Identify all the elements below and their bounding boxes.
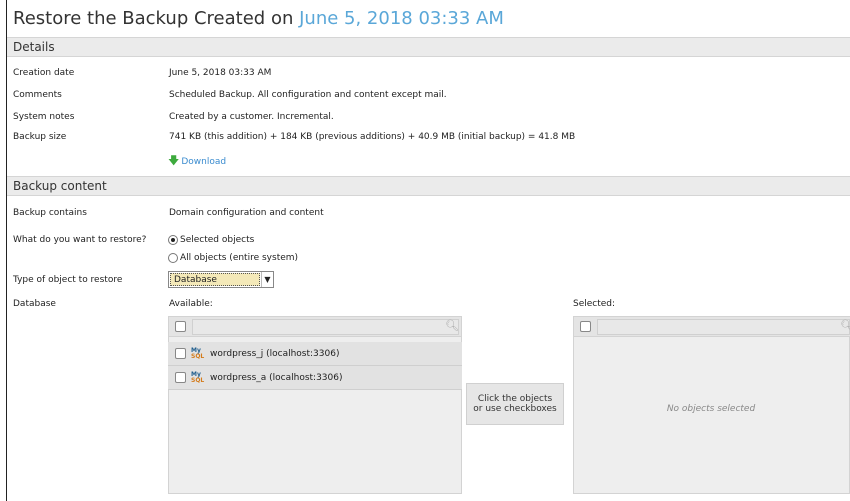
- system-notes-label: System notes: [13, 112, 75, 122]
- item-label: wordpress_j (localhost:3306): [210, 348, 340, 359]
- restore-scope-label: What do you want to restore?: [13, 235, 147, 245]
- chevron-down-icon[interactable]: ▼: [261, 272, 273, 287]
- download-arrow-icon: 🡇: [168, 154, 180, 167]
- selected-heading: Selected:: [573, 299, 616, 309]
- search-icon[interactable]: 🔍︎: [445, 319, 459, 332]
- object-type-selected-value: Database: [170, 273, 260, 286]
- empty-selection-message: No objects selected: [666, 404, 756, 414]
- download-link[interactable]: 🡇 Download: [168, 152, 226, 171]
- selected-select-all-checkbox[interactable]: [580, 321, 591, 332]
- details-section-header: Details: [7, 37, 850, 57]
- available-search-input[interactable]: [192, 319, 459, 335]
- comments-value: Scheduled Backup. All configuration and …: [169, 90, 447, 100]
- title-date: June 5, 2018 03:33 AM: [299, 8, 504, 29]
- backup-size-label: Backup size: [13, 132, 67, 142]
- item-checkbox[interactable]: [175, 372, 186, 383]
- page-title: Restore the Backup Created on June 5, 20…: [13, 8, 504, 29]
- transfer-hint-line2: or use checkboxes: [473, 404, 557, 414]
- backup-contains-label: Backup contains: [13, 208, 87, 218]
- backup-contains-value: Domain configuration and content: [169, 208, 324, 218]
- creation-date-value: June 5, 2018 03:33 AM: [169, 68, 272, 78]
- system-notes-value: Created by a customer. Incremental.: [169, 112, 334, 122]
- radio-all-objects[interactable]: All objects (entire system): [168, 253, 298, 263]
- backup-content-section-header: Backup content: [7, 176, 850, 196]
- creation-date-label: Creation date: [13, 68, 75, 78]
- transfer-hint-button[interactable]: Click the objects or use checkboxes: [466, 383, 564, 425]
- radio-selected-objects[interactable]: Selected objects: [168, 235, 254, 245]
- mysql-icon: My SQL: [191, 370, 205, 384]
- mysql-icon: My SQL: [191, 346, 205, 360]
- available-heading: Available:: [169, 299, 213, 309]
- radio-button-unselected[interactable]: [168, 253, 178, 263]
- radio-selected-objects-label: Selected objects: [180, 235, 255, 245]
- backup-size-value: 741 KB (this addition) + 184 KB (previou…: [169, 132, 576, 142]
- item-checkbox[interactable]: [175, 348, 186, 359]
- database-label: Database: [13, 299, 56, 309]
- transfer-hint-line1: Click the objects: [477, 394, 553, 404]
- object-type-label: Type of object to restore: [13, 275, 123, 285]
- comments-label: Comments: [13, 90, 62, 100]
- radio-button-selected[interactable]: [168, 235, 178, 245]
- title-prefix: Restore the Backup Created on: [13, 8, 294, 29]
- available-select-all-checkbox[interactable]: [175, 321, 186, 332]
- list-item[interactable]: My SQL wordpress_a (localhost:3306): [168, 366, 462, 390]
- item-label: wordpress_a (localhost:3306): [210, 372, 343, 383]
- download-label: Download: [181, 156, 227, 167]
- list-item[interactable]: My SQL wordpress_j (localhost:3306): [168, 342, 462, 366]
- object-type-select[interactable]: Database ▼: [168, 271, 274, 288]
- radio-all-objects-label: All objects (entire system): [180, 253, 299, 263]
- selected-search-input[interactable]: [597, 319, 850, 335]
- search-icon[interactable]: 🔍︎: [840, 319, 850, 332]
